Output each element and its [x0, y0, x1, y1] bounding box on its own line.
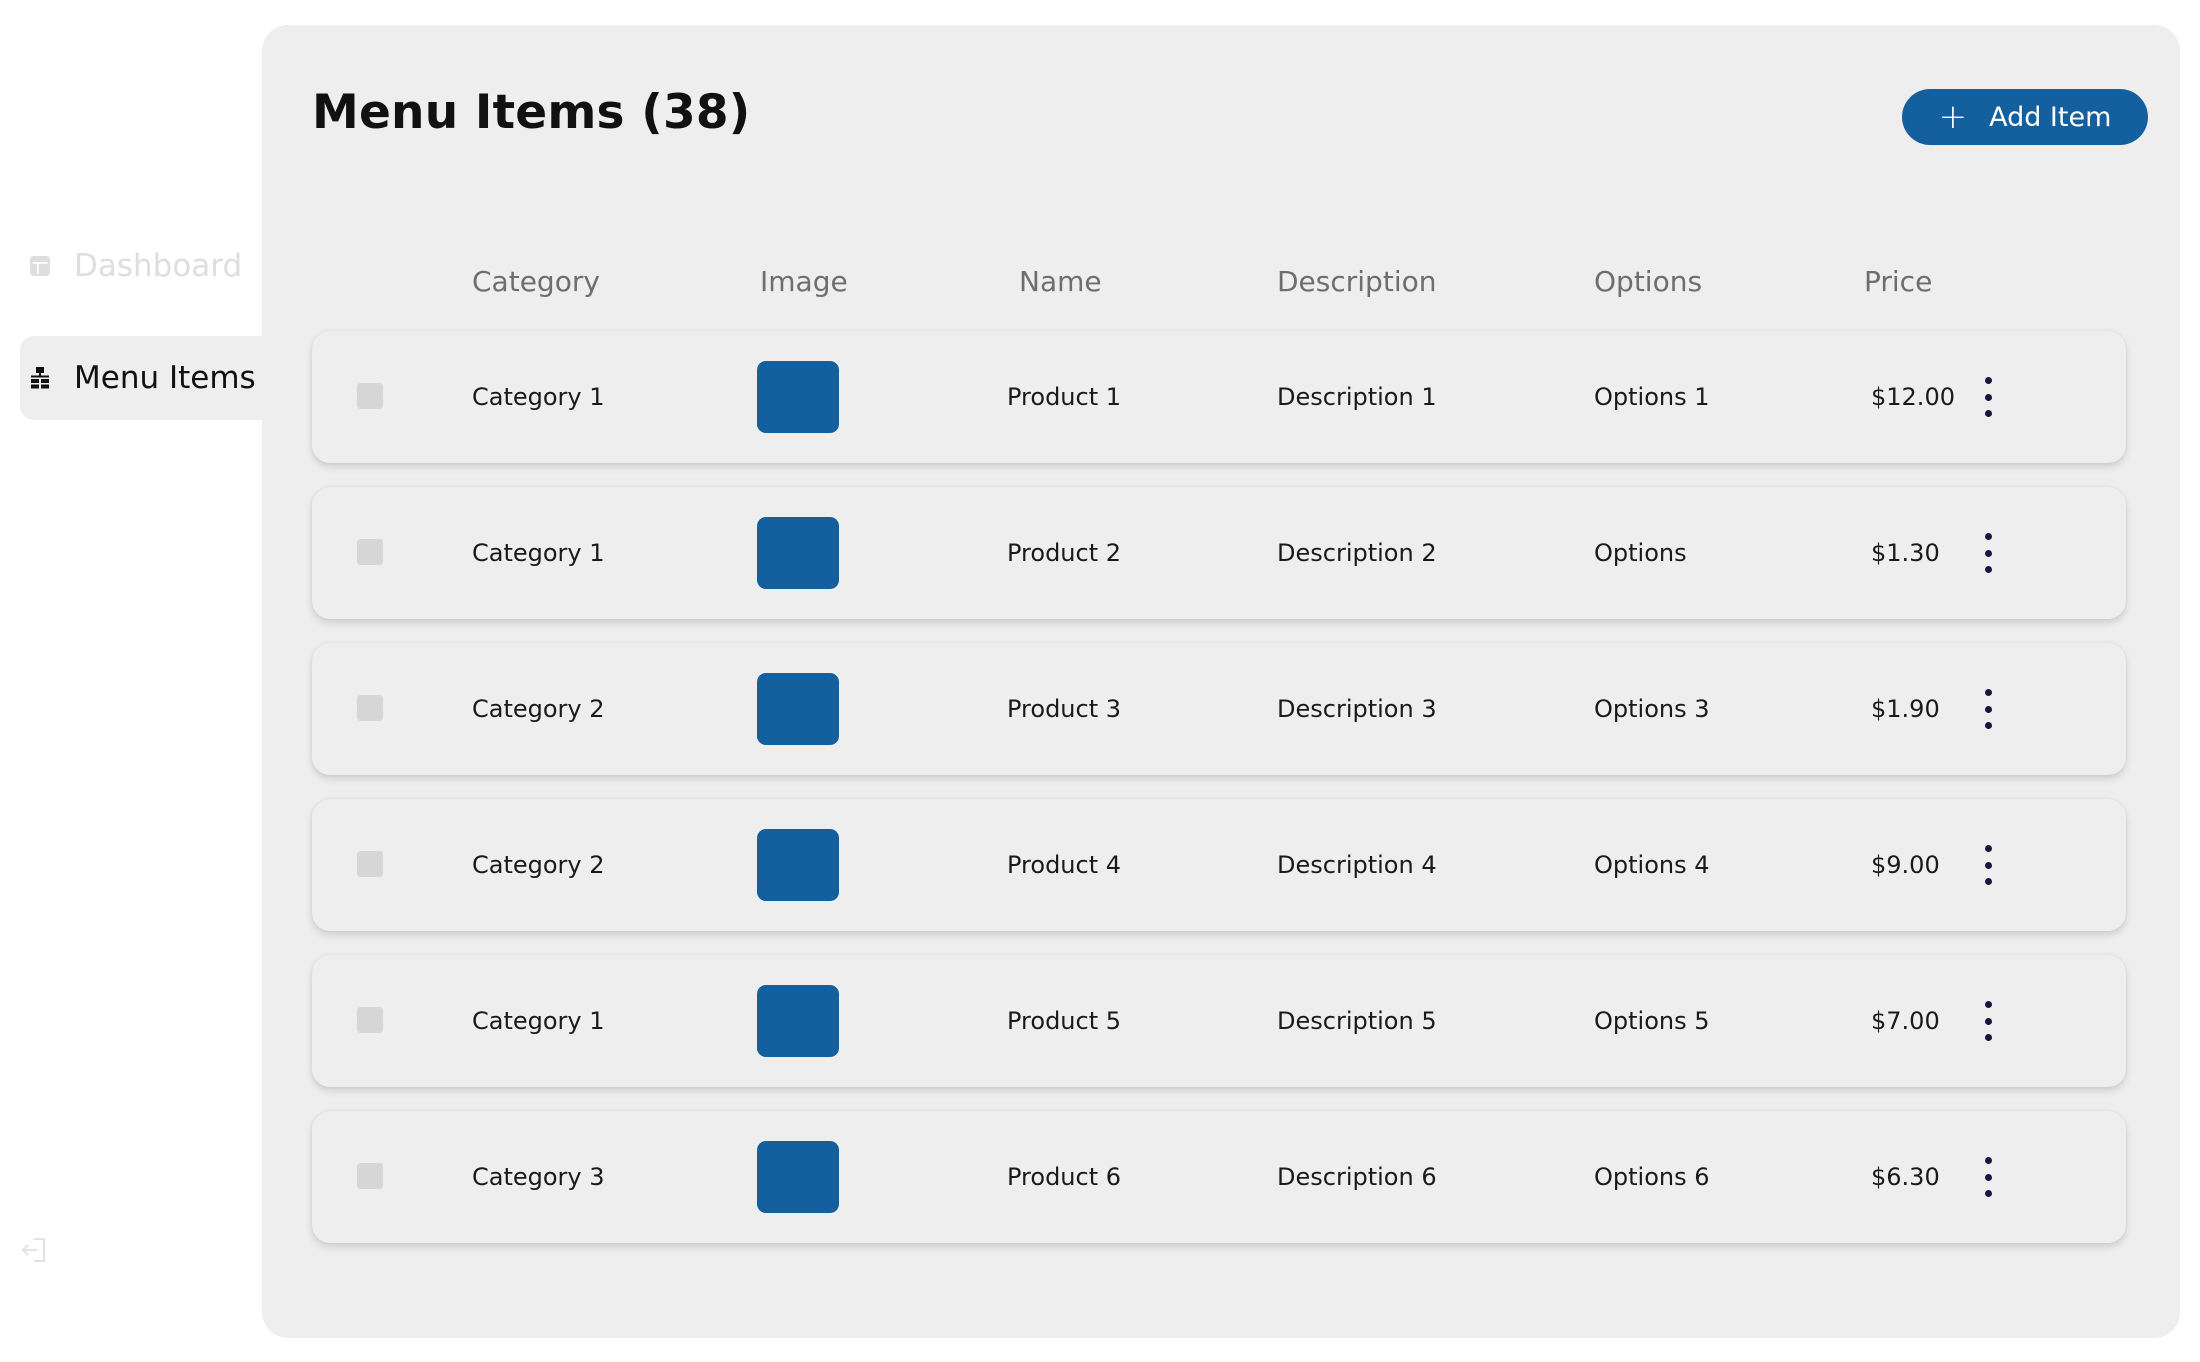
logout-icon[interactable] [20, 1236, 48, 1264]
row-category: Category 1 [472, 383, 605, 411]
row-category: Category 3 [472, 1163, 605, 1191]
row-price: $7.00 [1871, 1007, 1940, 1035]
product-image [757, 673, 839, 745]
row-name: Product 6 [1007, 1163, 1122, 1191]
row-price: $1.90 [1871, 695, 1940, 723]
add-item-button[interactable]: + Add Item [1902, 89, 2148, 145]
column-header-options[interactable]: Options [1594, 265, 1702, 298]
row-description: Description 3 [1277, 695, 1437, 723]
row-price: $6.30 [1871, 1163, 1940, 1191]
table-row[interactable]: Category 3 Product 6 Description 6 Optio… [312, 1111, 2126, 1243]
product-image [757, 1141, 839, 1213]
row-category: Category 1 [472, 1007, 605, 1035]
product-image [757, 985, 839, 1057]
table-row[interactable]: Category 2 Product 4 Description 4 Optio… [312, 799, 2126, 931]
row-checkbox[interactable] [357, 695, 383, 721]
more-options-icon[interactable] [1976, 1157, 2000, 1197]
table-row[interactable]: Category 2 Product 3 Description 3 Optio… [312, 643, 2126, 775]
row-name: Product 1 [1007, 383, 1122, 411]
product-image [757, 361, 839, 433]
row-category: Category 2 [472, 851, 605, 879]
more-options-icon[interactable] [1976, 377, 2000, 417]
row-checkbox[interactable] [357, 383, 383, 409]
row-checkbox[interactable] [357, 851, 383, 877]
row-description: Description 2 [1277, 539, 1437, 567]
sidebar-item-dashboard[interactable]: Dashboard [20, 224, 262, 308]
row-name: Product 2 [1007, 539, 1122, 567]
sidebar-item-menu-items[interactable]: Menu Items [20, 336, 262, 420]
main-panel: Menu Items (38) + Add Item Category Imag… [262, 25, 2180, 1338]
row-description: Description 6 [1277, 1163, 1437, 1191]
more-options-icon[interactable] [1976, 1001, 2000, 1041]
sidebar-item-label: Dashboard [74, 248, 243, 284]
add-item-label: Add Item [1989, 101, 2112, 133]
table-row[interactable]: Category 1 Product 5 Description 5 Optio… [312, 955, 2126, 1087]
product-image [757, 829, 839, 901]
row-options: Options 6 [1594, 1163, 1710, 1191]
column-header-name[interactable]: Name [1019, 265, 1102, 298]
page-title: Menu Items (38) [312, 85, 751, 140]
row-price: $1.30 [1871, 539, 1940, 567]
row-name: Product 3 [1007, 695, 1122, 723]
row-name: Product 4 [1007, 851, 1122, 879]
row-name: Product 5 [1007, 1007, 1122, 1035]
row-options: Options 5 [1594, 1007, 1710, 1035]
column-header-price[interactable]: Price [1864, 265, 1932, 298]
row-options: Options 1 [1594, 383, 1710, 411]
column-header-description[interactable]: Description [1277, 265, 1436, 298]
row-options: Options 3 [1594, 695, 1710, 723]
more-options-icon[interactable] [1976, 533, 2000, 573]
row-checkbox[interactable] [357, 539, 383, 565]
dashboard-icon [28, 254, 52, 278]
row-options: Options 4 [1594, 851, 1710, 879]
row-category: Category 1 [472, 539, 605, 567]
row-checkbox[interactable] [357, 1007, 383, 1033]
table-row[interactable]: Category 1 Product 1 Description 1 Optio… [312, 331, 2126, 463]
table-row[interactable]: Category 1 Product 2 Description 2 Optio… [312, 487, 2126, 619]
row-description: Description 1 [1277, 383, 1437, 411]
product-image [757, 517, 839, 589]
column-header-category[interactable]: Category [472, 265, 600, 298]
row-description: Description 5 [1277, 1007, 1437, 1035]
row-price: $12.00 [1871, 383, 1955, 411]
row-category: Category 2 [472, 695, 605, 723]
row-checkbox[interactable] [357, 1163, 383, 1189]
more-options-icon[interactable] [1976, 689, 2000, 729]
plus-icon: + [1938, 97, 1968, 137]
column-header-image[interactable]: Image [760, 265, 848, 298]
sidebar-item-label: Menu Items [74, 360, 256, 396]
sidebar: Dashboard Menu Items [0, 0, 262, 1362]
more-options-icon[interactable] [1976, 845, 2000, 885]
row-options: Options [1594, 539, 1687, 567]
menu-items-icon [28, 366, 52, 390]
row-price: $9.00 [1871, 851, 1940, 879]
row-description: Description 4 [1277, 851, 1437, 879]
